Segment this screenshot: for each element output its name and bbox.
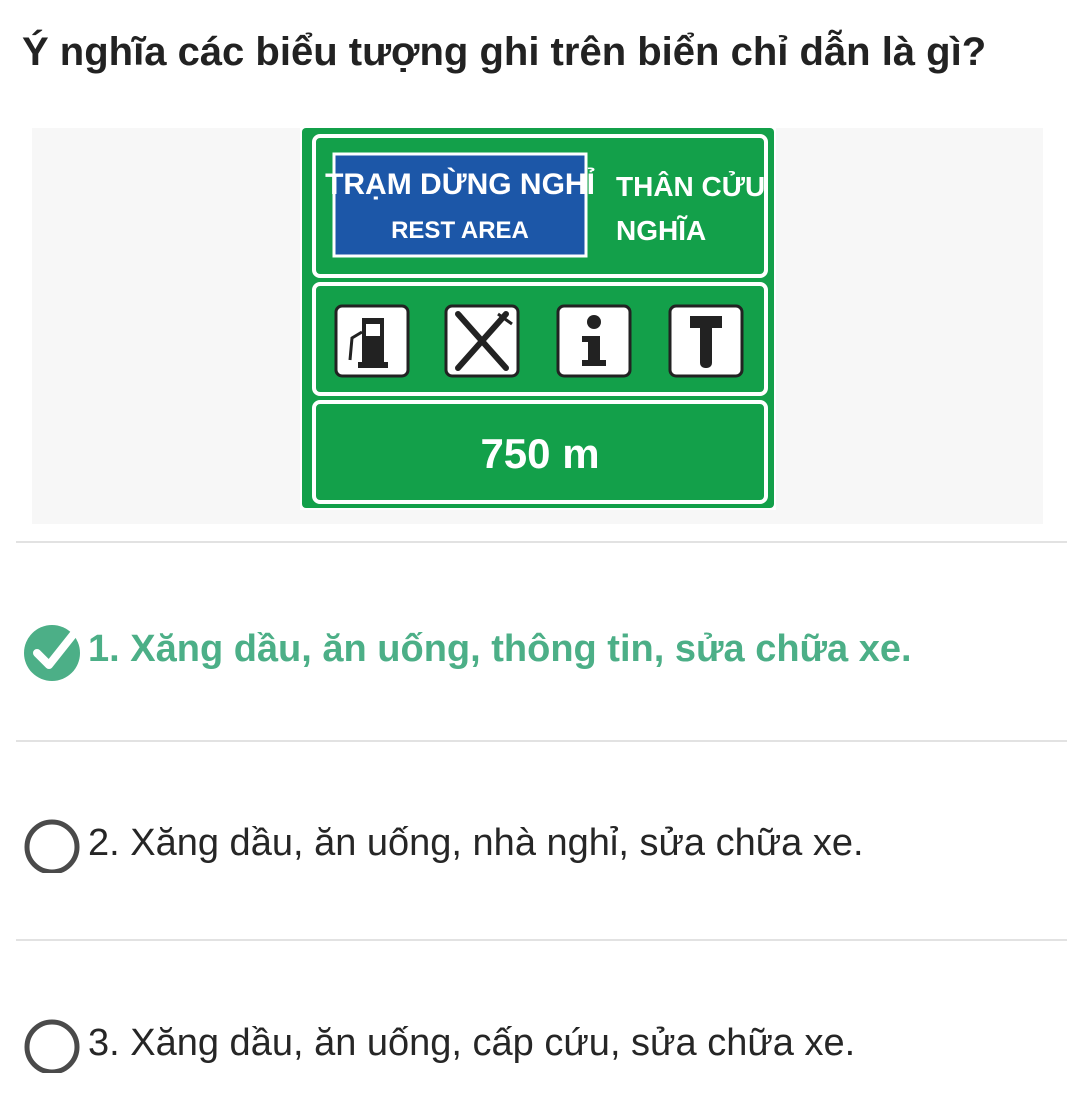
answer-option-1-label: 1. Xăng dầu, ăn uống, thông tin, sửa chữ… bbox=[88, 628, 912, 670]
answer-option-1[interactable]: 1. Xăng dầu, ăn uống, thông tin, sửa chữ… bbox=[22, 610, 1062, 688]
fork-knife-icon bbox=[444, 304, 520, 378]
fuel-pump-icon bbox=[334, 304, 410, 378]
answer-option-2[interactable]: 2. Xăng dầu, ăn uống, nhà nghỉ, sửa chữa… bbox=[22, 804, 1062, 882]
wrench-icon bbox=[668, 304, 744, 378]
distance-text: 750 m bbox=[480, 430, 599, 477]
divider bbox=[16, 541, 1067, 543]
location-line1: THÂN CỬU bbox=[616, 170, 765, 202]
rest-area-title: TRẠM DỪNG NGHỈ bbox=[325, 167, 595, 201]
road-sign-image: TRẠM DỪNG NGHỈ REST AREA THÂN CỬU NGHĨA bbox=[300, 128, 776, 510]
divider bbox=[16, 740, 1067, 742]
answer-option-3[interactable]: 3. Xăng dầu, ăn uống, cấp cứu, sửa chữa … bbox=[22, 1004, 1062, 1082]
answer-option-3-label: 3. Xăng dầu, ăn uống, cấp cứu, sửa chữa … bbox=[88, 1022, 856, 1064]
radio-empty-icon[interactable] bbox=[22, 1013, 82, 1073]
info-icon bbox=[556, 304, 632, 378]
rest-area-subtitle: REST AREA bbox=[391, 217, 529, 244]
check-circle-icon bbox=[22, 619, 82, 681]
radio-empty-icon[interactable] bbox=[22, 813, 82, 873]
question-text: Ý nghĩa các biểu tượng ghi trên biển chỉ… bbox=[22, 30, 987, 74]
answer-option-2-label: 2. Xăng dầu, ăn uống, nhà nghỉ, sửa chữa… bbox=[88, 822, 864, 864]
divider bbox=[16, 939, 1067, 941]
location-line2: NGHĨA bbox=[616, 215, 706, 246]
